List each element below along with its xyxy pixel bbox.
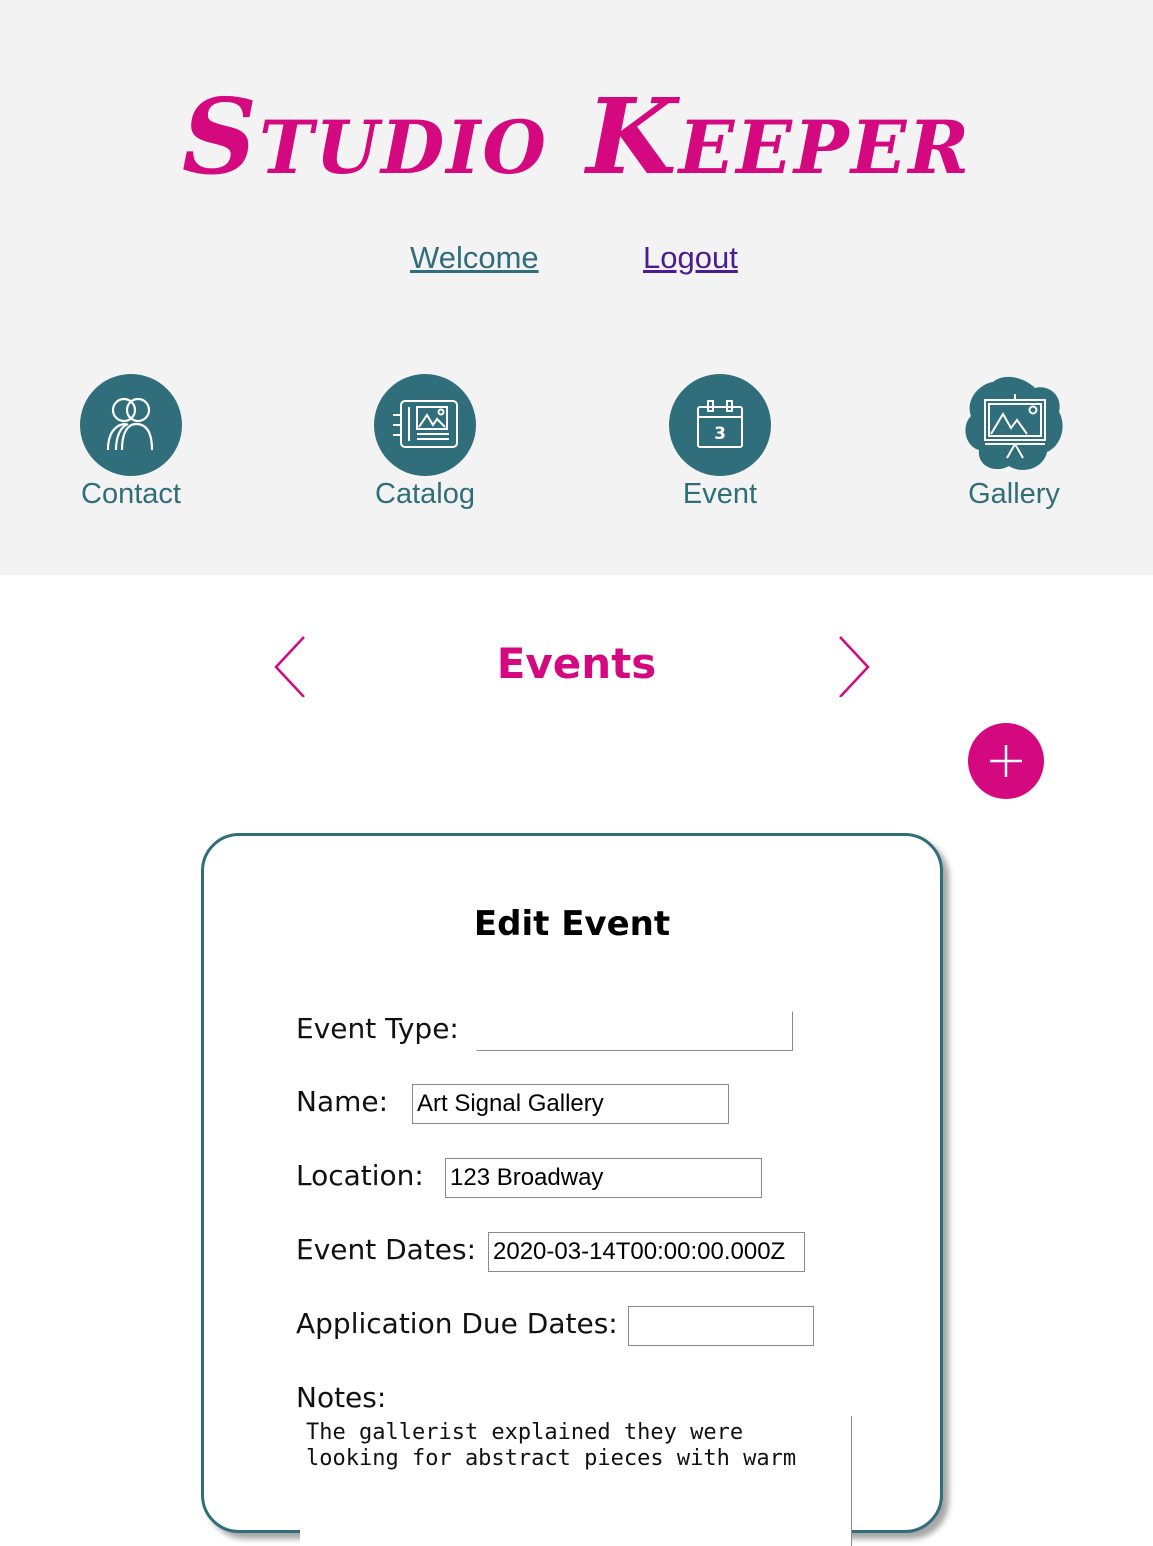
nav-item-event[interactable]: 3 Event xyxy=(650,374,790,514)
event-type-label: Event Type: xyxy=(296,1012,459,1045)
calendar-icon: 3 xyxy=(669,374,771,476)
nav-item-catalog[interactable]: Catalog xyxy=(355,374,495,514)
nav-label-event: Event xyxy=(682,478,758,510)
main-nav: Contact Catalog 3 Event Gallery xyxy=(0,342,1153,575)
nav-label-contact: Contact xyxy=(81,478,181,510)
form-title: Edit Event xyxy=(473,904,671,944)
contacts-icon xyxy=(80,374,182,476)
event-dates-field[interactable] xyxy=(488,1232,805,1272)
nav-label-catalog: Catalog xyxy=(375,478,475,510)
logout-link[interactable]: Logout xyxy=(643,240,738,276)
gallery-easel-icon xyxy=(965,376,1063,470)
name-label: Name: xyxy=(296,1085,389,1118)
calendar-day-number: 3 xyxy=(714,424,726,444)
application-due-dates-field[interactable] xyxy=(628,1306,814,1346)
welcome-link[interactable]: Welcome xyxy=(410,240,539,276)
notes-field[interactable]: The gallerist explained they were lookin… xyxy=(300,1416,852,1546)
section-header: Events xyxy=(0,625,1153,715)
site-header: Studio Keeper Welcome Logout xyxy=(0,0,1153,342)
catalog-icon xyxy=(374,374,476,476)
chevron-right-icon[interactable] xyxy=(834,633,874,702)
event-dates-label: Event Dates: xyxy=(296,1233,477,1266)
site-logo: Studio Keeper xyxy=(181,75,972,198)
nav-label-gallery: Gallery xyxy=(968,478,1060,510)
nav-item-contact[interactable]: Contact xyxy=(61,374,201,514)
nav-item-gallery[interactable]: Gallery xyxy=(944,374,1084,514)
name-field[interactable] xyxy=(412,1084,729,1124)
notes-label: Notes: xyxy=(296,1381,387,1414)
plus-icon xyxy=(990,745,1022,777)
edit-event-card: Edit Event Event Type: Name: Location: E… xyxy=(201,833,943,1546)
add-event-button[interactable] xyxy=(968,723,1044,799)
section-title: Events xyxy=(496,639,657,688)
event-type-field[interactable] xyxy=(476,1011,793,1051)
application-due-dates-label: Application Due Dates: xyxy=(296,1307,618,1340)
top-links: Welcome Logout xyxy=(0,240,1153,280)
location-label: Location: xyxy=(296,1159,424,1192)
location-field[interactable] xyxy=(445,1158,762,1198)
